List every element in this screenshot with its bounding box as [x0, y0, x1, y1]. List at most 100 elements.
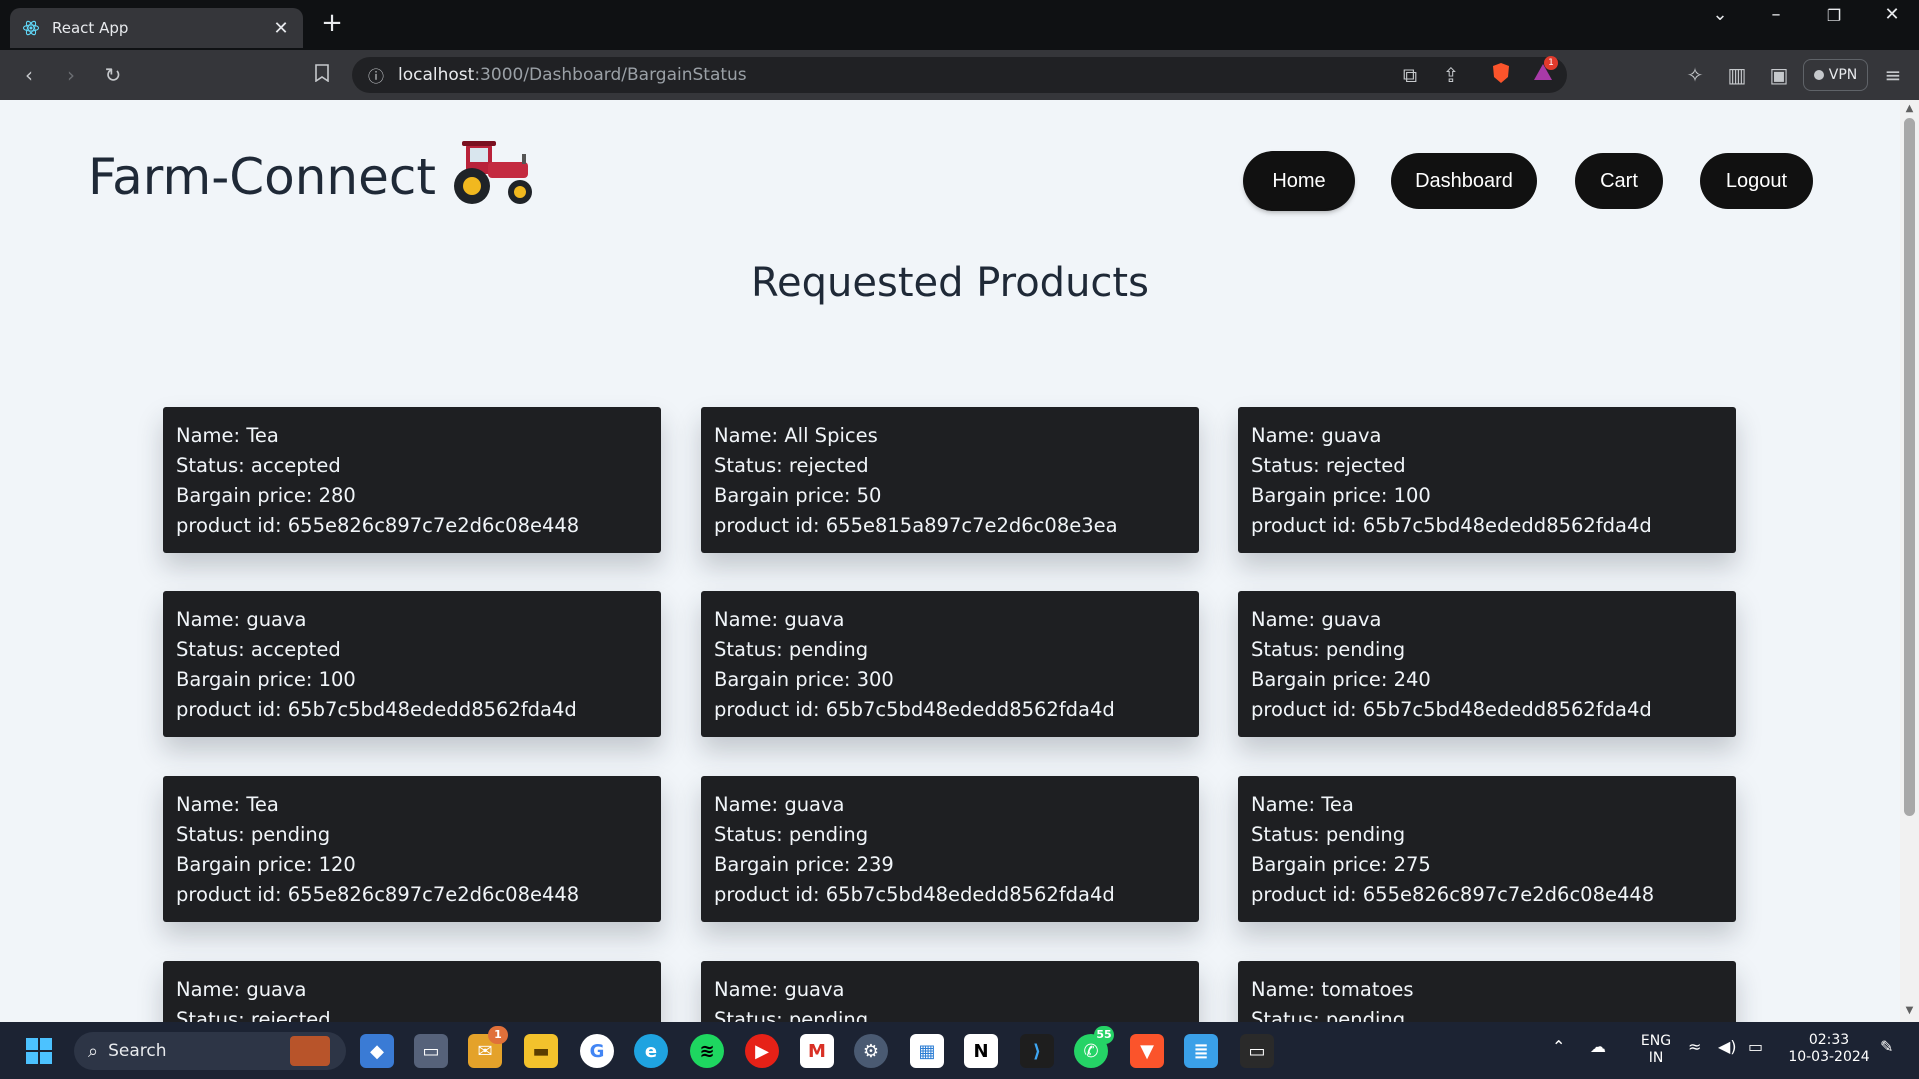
close-tab-icon[interactable]: ✕ [271, 18, 291, 39]
bargain-price: Bargain price: 120 [176, 850, 648, 880]
reload-icon[interactable]: ↻ [100, 62, 126, 88]
notepad-icon[interactable]: ≣ [1184, 1034, 1218, 1068]
nav-home-button[interactable]: Home [1245, 153, 1353, 209]
gmail-icon[interactable]: M [800, 1034, 834, 1068]
bargain-price-label: Bargain price: [176, 668, 319, 691]
vpn-button[interactable]: VPN [1803, 59, 1868, 91]
copilot-icon[interactable]: ◆ [360, 1034, 394, 1068]
new-tab-button[interactable]: + [318, 10, 346, 38]
address-bar[interactable]: ⓘ localhost:3000/Dashboard/BargainStatus [352, 57, 1567, 93]
clock-time: 02:33 [1808, 1032, 1850, 1048]
settings-icon[interactable]: ⚙ [854, 1034, 888, 1068]
request-status-value: accepted [250, 454, 341, 477]
google-icon[interactable]: G [580, 1034, 614, 1068]
minimize-icon[interactable]: – [1756, 4, 1796, 25]
edge-icon[interactable]: e [634, 1034, 668, 1068]
nav-dashboard-button[interactable]: Dashboard [1391, 153, 1537, 209]
close-window-icon[interactable]: ✕ [1872, 4, 1912, 25]
mail-app-icon[interactable]: ✉ 1 [468, 1026, 508, 1068]
language-code: ENG [1640, 1033, 1672, 1049]
battery-icon[interactable]: ▭ [1748, 1038, 1763, 1055]
tab-search-icon[interactable]: ⌄ [1700, 4, 1740, 25]
brave-rewards-icon[interactable]: 1 [1530, 56, 1558, 88]
product-name-value: All Spices [784, 424, 878, 447]
request-status-label: Status: [176, 454, 251, 477]
terminal-icon[interactable]: ▭ [1240, 1034, 1274, 1068]
bookmark-icon[interactable] [309, 62, 335, 88]
bargain-price-value: 240 [1393, 668, 1431, 691]
product-name-value: tomatoes [1321, 978, 1414, 1001]
forward-icon[interactable]: › [58, 62, 84, 88]
vscode-icon[interactable]: ⟩ [1020, 1034, 1054, 1068]
nav-logout-button[interactable]: Logout [1700, 153, 1813, 209]
whatsapp-icon[interactable]: ✆ 55 [1074, 1026, 1114, 1068]
brave-shield-icon[interactable] [1488, 62, 1514, 88]
microsoft-store-icon[interactable]: ▦ [910, 1034, 944, 1068]
page-title: Requested Products [751, 260, 1149, 306]
clock[interactable]: 02:33 10-03-2024 [1784, 1032, 1874, 1066]
scroll-up-icon[interactable]: ▲ [1904, 103, 1915, 114]
search-label: Search [108, 1041, 167, 1061]
request-status-label: Status: [714, 823, 789, 846]
bargain-price-value: 50 [856, 484, 882, 507]
taskbar-search[interactable]: ⌕ Search [74, 1032, 346, 1070]
product-name: Name: guava [1251, 605, 1723, 635]
onedrive-icon[interactable]: ☁ [1590, 1038, 1606, 1055]
menu-icon[interactable]: ≡ [1880, 62, 1906, 88]
browser-toolbar: ‹ › ↻ ⓘ localhost:3000/Dashboard/Bargain… [0, 50, 1919, 100]
scrollbar-thumb[interactable] [1904, 118, 1915, 816]
wifi-icon[interactable]: ≈ [1688, 1038, 1701, 1055]
product-name-label: Name: [714, 608, 785, 631]
product-name: Name: guava [714, 790, 1186, 820]
back-icon[interactable]: ‹ [16, 62, 42, 88]
product-id-label: product id: [176, 514, 288, 537]
windows-start-icon[interactable] [22, 1034, 56, 1068]
site-info-icon[interactable]: ⓘ [368, 63, 384, 87]
react-icon [22, 19, 40, 37]
cast-icon[interactable]: ⧉ [1397, 62, 1423, 88]
wallet-icon[interactable]: ▣ [1766, 62, 1792, 88]
bargain-price: Bargain price: 275 [1251, 850, 1723, 880]
tray-overflow-icon[interactable]: ⌃ [1552, 1038, 1565, 1055]
product-id-value: 65b7c5bd48ededd8562fda4d [1362, 698, 1652, 721]
nav-cart-button[interactable]: Cart [1575, 153, 1663, 209]
restore-icon[interactable]: ❐ [1814, 6, 1854, 25]
request-card: Name: Tea Status: pending Bargain price: 1… [163, 776, 661, 922]
request-status-value: pending [788, 1008, 869, 1022]
language-indicator[interactable]: ENG IN [1636, 1033, 1676, 1067]
share-icon[interactable]: ⇪ [1438, 62, 1464, 88]
volume-icon[interactable]: ◀) [1718, 1038, 1737, 1055]
bargain-price: Bargain price: 240 [1251, 665, 1723, 695]
product-name: Name: guava [176, 605, 648, 635]
scroll-down-icon[interactable]: ▼ [1904, 1005, 1915, 1016]
request-status-label: Status: [714, 638, 789, 661]
page-scrollbar[interactable]: ▲ ▼ [1900, 100, 1919, 1022]
request-card: Name: All Spices Status: rejected Bargain … [701, 407, 1199, 553]
notifications-icon[interactable]: ✎ [1880, 1038, 1893, 1055]
product-id-label: product id: [1251, 883, 1363, 906]
request-status: Status: pending [714, 1005, 1186, 1022]
product-name-label: Name: [1251, 424, 1322, 447]
request-card: Name: tomatoesStatus: pendingBargain pri… [1238, 961, 1736, 1022]
task-view-icon[interactable]: ▭ [414, 1034, 448, 1068]
browser-tab[interactable]: React App ✕ [10, 8, 303, 48]
bargain-price: Bargain price: 300 [714, 665, 1186, 695]
vpn-label: VPN [1828, 67, 1858, 83]
request-status-label: Status: [714, 1008, 789, 1022]
request-status-value: rejected [788, 454, 869, 477]
spotify-icon[interactable]: ≋ [690, 1034, 724, 1068]
youtube-music-icon[interactable]: ▶ [745, 1034, 779, 1068]
browser-tab-strip: React App ✕ + ⌄ – ❐ ✕ [0, 0, 1919, 50]
product-id: product id: 65b7c5bd48ededd8562fda4d [176, 695, 648, 725]
product-name: Name: guava [714, 605, 1186, 635]
search-highlight-icon [290, 1036, 330, 1066]
windows-taskbar: ⌕ Search ◆ ▭ ✉ 1 ▬ G e ≋ ▶ M ⚙ ▦ N ⟩ ✆ 5… [0, 1022, 1919, 1079]
bargain-price-value: 120 [318, 853, 356, 876]
file-explorer-icon[interactable]: ▬ [524, 1034, 558, 1068]
brand-title: Farm-Connect [88, 148, 436, 206]
brave-taskbar-icon[interactable]: ▼ [1130, 1034, 1164, 1068]
request-card: Name: guavaStatus: pendingBargain price:… [701, 961, 1199, 1022]
notion-icon[interactable]: N [964, 1034, 998, 1068]
sidebar-icon[interactable]: ▥ [1724, 62, 1750, 88]
extensions-icon[interactable]: ✧ [1682, 62, 1708, 88]
